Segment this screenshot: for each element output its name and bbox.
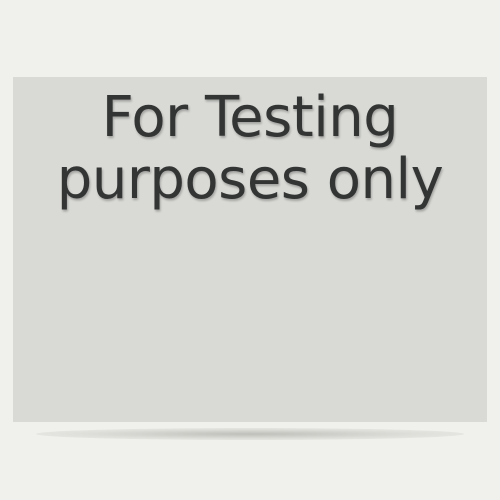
placeholder-line-1: For Testing [101,85,399,150]
panel-shadow [36,428,464,440]
placeholder-text: For Testing purposes only [13,87,487,211]
placeholder-line-2: purposes only [56,147,444,212]
